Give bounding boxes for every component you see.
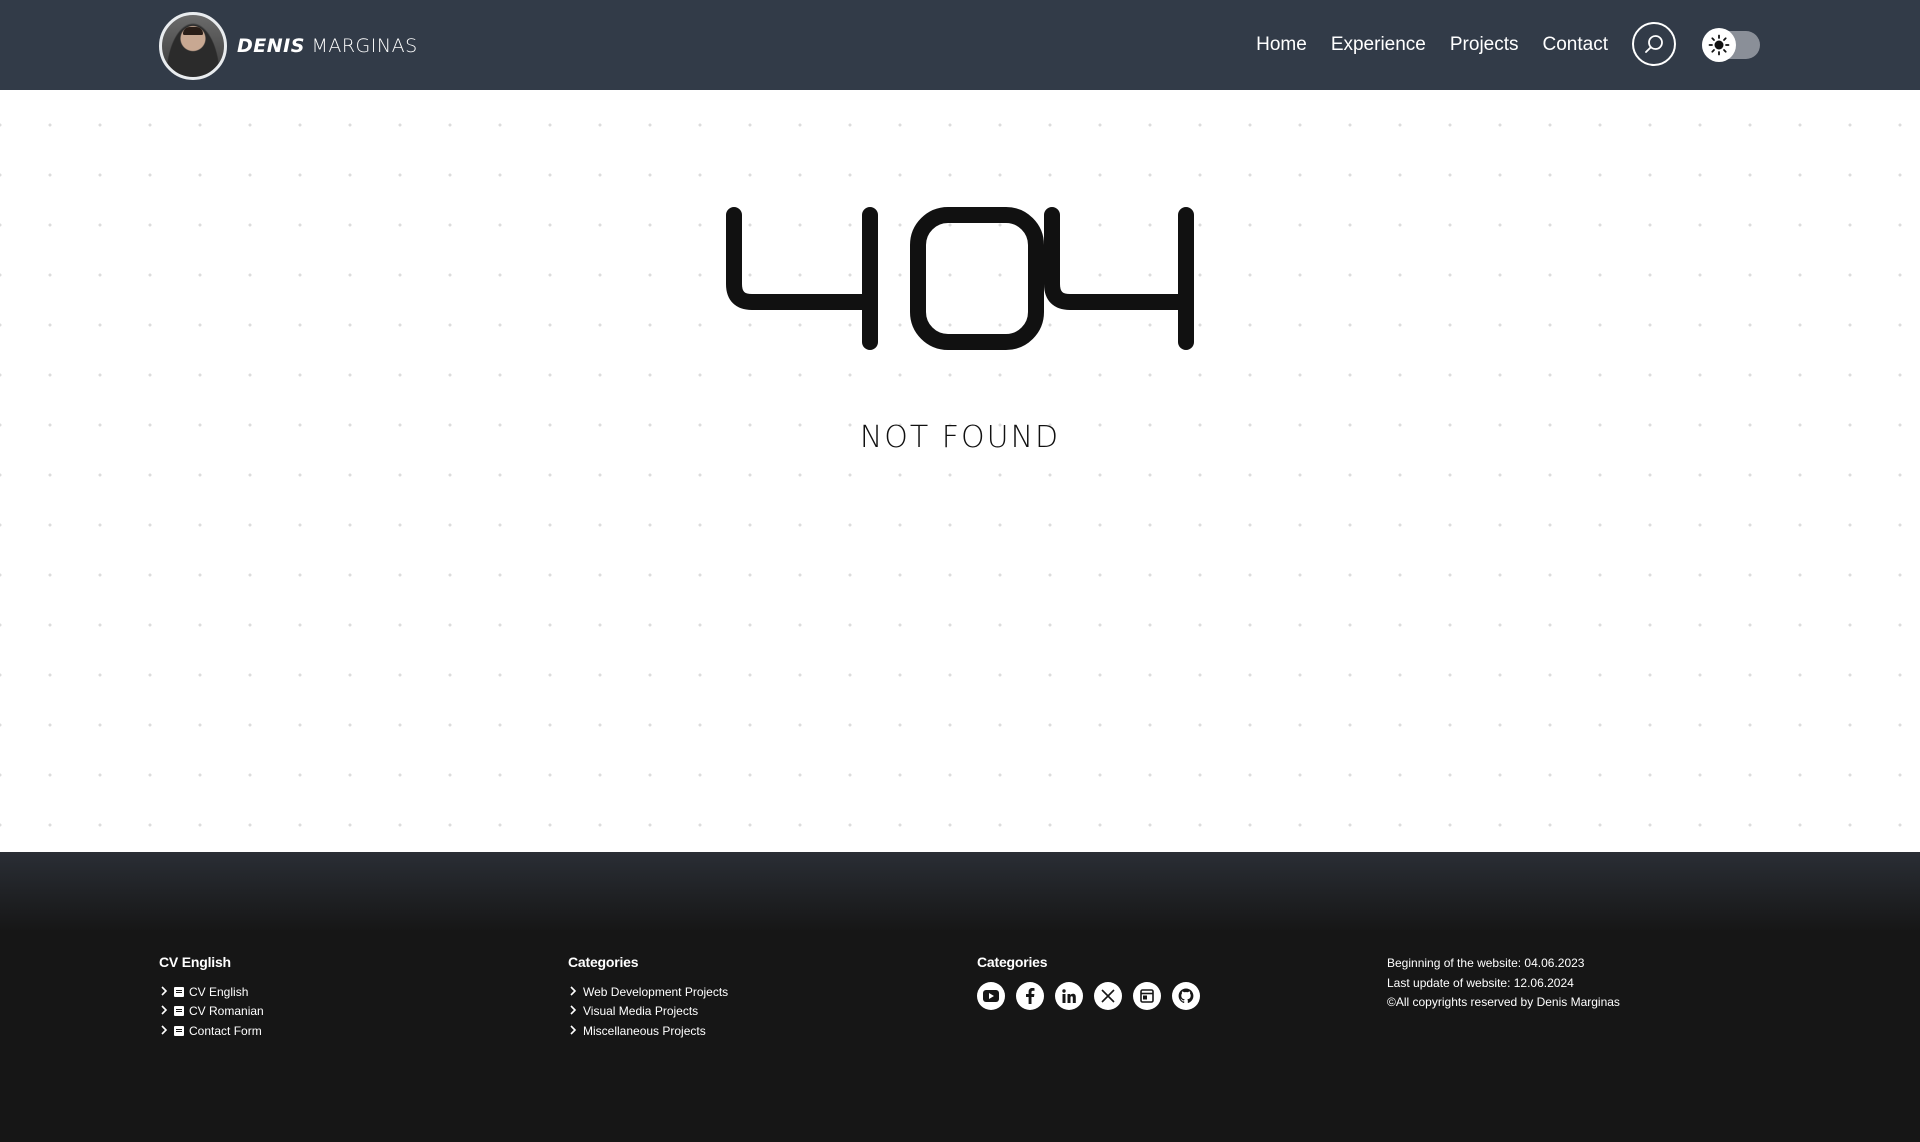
footer-link-cv-english[interactable]: CV English bbox=[159, 982, 264, 1002]
chevron-right-icon bbox=[568, 1004, 580, 1018]
error-message: Not Found bbox=[859, 420, 1061, 455]
website-icon[interactable] bbox=[1133, 982, 1161, 1010]
chevron-right-icon bbox=[159, 1004, 171, 1018]
footer: CV English CV English CV Romanian Contac… bbox=[0, 852, 1920, 1142]
footer-categories-column: Categories Web Development Projects Visu… bbox=[568, 954, 728, 1041]
form-icon bbox=[174, 1025, 184, 1036]
main-content: 404 Not Found bbox=[0, 90, 1920, 852]
nav-projects[interactable]: Projects bbox=[1450, 34, 1519, 56]
footer-link-visual-media[interactable]: Visual Media Projects bbox=[568, 1002, 728, 1022]
footer-categories-title: Categories bbox=[568, 954, 639, 970]
footer-cv-column: CV English CV English CV Romanian Contac… bbox=[159, 954, 264, 1041]
x-icon[interactable] bbox=[1094, 982, 1122, 1010]
site-last-update: Last update of website: 12.06.2024 bbox=[1387, 975, 1574, 990]
search-icon bbox=[1645, 35, 1663, 53]
facebook-icon[interactable] bbox=[1016, 982, 1044, 1010]
site-start-date: Beginning of the website: 04.06.2023 bbox=[1387, 956, 1585, 970]
nav-experience[interactable]: Experience bbox=[1331, 34, 1426, 56]
toggle-knob bbox=[1702, 28, 1736, 62]
error-code-graphic bbox=[726, 207, 1194, 350]
footer-link-cv-romanian[interactable]: CV Romanian bbox=[159, 1002, 264, 1022]
linkedin-icon[interactable] bbox=[1055, 982, 1083, 1010]
chevron-right-icon bbox=[159, 1024, 171, 1038]
nav-contact[interactable]: Contact bbox=[1543, 34, 1608, 56]
top-navbar: Denis Marginas Home Experience Projects … bbox=[0, 0, 1920, 90]
chevron-right-icon bbox=[568, 985, 580, 999]
social-links bbox=[977, 982, 1211, 1010]
footer-link-contact-form[interactable]: Contact Form bbox=[159, 1021, 264, 1041]
youtube-icon[interactable] bbox=[977, 982, 1005, 1010]
footer-link-misc[interactable]: Miscellaneous Projects bbox=[568, 1021, 728, 1041]
search-button[interactable] bbox=[1632, 22, 1676, 66]
error-code: 404 bbox=[0, 202, 1920, 362]
chevron-right-icon bbox=[159, 985, 171, 999]
brand-name: Denis Marginas bbox=[237, 35, 418, 57]
footer-link-web-dev[interactable]: Web Development Projects bbox=[568, 982, 728, 1002]
document-icon bbox=[174, 986, 184, 997]
github-icon[interactable] bbox=[1172, 982, 1200, 1010]
footer-social-title: Categories bbox=[977, 954, 1048, 970]
avatar bbox=[159, 12, 227, 80]
copyright-text: ©All copyrights reserved by Denis Margin… bbox=[1387, 995, 1620, 1009]
footer-social-column: Categories bbox=[977, 954, 1211, 1010]
main-nav: Home Experience Projects Contact bbox=[1232, 0, 1608, 90]
sun-icon bbox=[1708, 34, 1730, 56]
nav-home[interactable]: Home bbox=[1256, 34, 1307, 56]
footer-info-column: Beginning of the website: 04.06.2023 Las… bbox=[1387, 954, 1620, 1013]
document-icon bbox=[174, 1006, 184, 1017]
chevron-right-icon bbox=[568, 1024, 580, 1038]
theme-toggle[interactable] bbox=[1702, 28, 1760, 62]
brand-logo-link[interactable]: Denis Marginas bbox=[159, 12, 418, 80]
footer-cv-title: CV English bbox=[159, 954, 231, 970]
